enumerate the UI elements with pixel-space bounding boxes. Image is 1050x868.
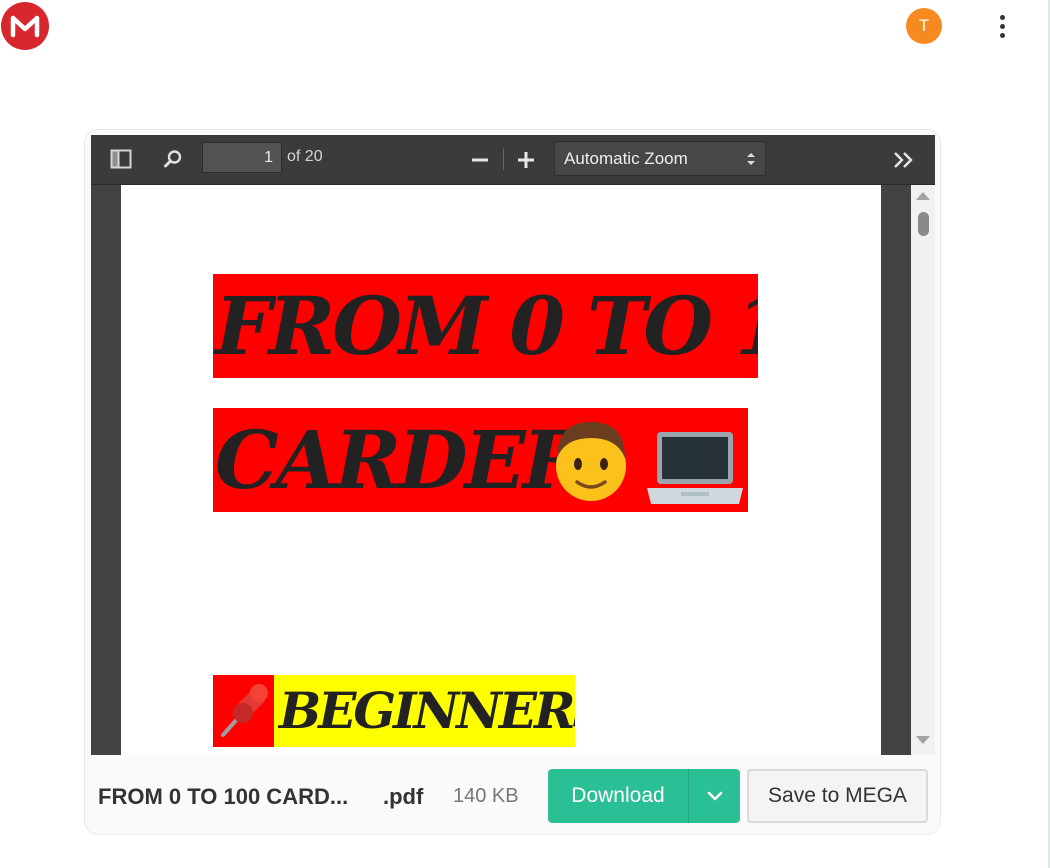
file-name: FROM 0 TO 100 CARD...: [98, 784, 349, 809]
page-number-input[interactable]: 1: [202, 142, 282, 173]
pushpin-emoji-icon: [221, 684, 268, 737]
beginners-text: BEGINNERS: [279, 681, 575, 740]
scroll-down-arrow-icon[interactable]: [916, 736, 930, 744]
pdf-viewer: 1 of 20 Automatic Zoom FROM 0 TO CARDER …: [91, 135, 935, 755]
title-line1: FROM 0 TO 100: [215, 279, 758, 373]
minus-icon[interactable]: [467, 147, 493, 173]
title-banner-line1: FROM 0 TO 100: [213, 274, 758, 378]
pdf-page-area[interactable]: FROM 0 TO 100 CARDER: [91, 185, 911, 755]
toolbar-separator: [503, 148, 504, 170]
vertical-scrollbar[interactable]: [911, 185, 935, 755]
file-extension: .pdf: [383, 784, 424, 809]
chevron-down-icon: [707, 791, 722, 801]
scrollbar-thumb[interactable]: [918, 212, 929, 236]
save-to-mega-button[interactable]: Save to MEGA: [747, 769, 928, 823]
mega-logo[interactable]: [1, 2, 49, 50]
zoom-select[interactable]: Automatic Zoom: [554, 141, 766, 176]
file-size: 140 KB: [453, 785, 519, 807]
title-line2: CARDER: [215, 413, 589, 507]
file-preview-card: 1 of 20 Automatic Zoom FROM 0 TO CARDER …: [84, 129, 941, 835]
sidebar-toggle-icon[interactable]: [106, 145, 136, 173]
pdf-page: FROM 0 TO 100 CARDER: [121, 185, 881, 755]
download-label[interactable]: Download: [548, 769, 688, 823]
double-chevron-right-icon[interactable]: [889, 147, 919, 173]
laptop-emoji-icon: [647, 432, 743, 504]
man-emoji-icon: [556, 422, 626, 501]
kebab-menu-icon[interactable]: [990, 10, 1014, 42]
title-banner-line2: CARDER: [213, 408, 748, 512]
select-arrows-icon: [747, 153, 755, 165]
download-button[interactable]: Download: [548, 769, 740, 823]
download-options-toggle[interactable]: [688, 769, 740, 823]
search-icon[interactable]: [159, 145, 187, 173]
pushpin-badge: [213, 675, 275, 747]
menu-dot: [999, 23, 1005, 29]
pdf-toolbar: 1 of 20 Automatic Zoom: [91, 135, 935, 185]
user-avatar[interactable]: T: [906, 8, 942, 44]
plus-icon[interactable]: [513, 147, 539, 173]
zoom-value: Automatic Zoom: [564, 149, 688, 168]
page-count-label: of 20: [287, 148, 323, 165]
scroll-up-arrow-icon[interactable]: [916, 192, 930, 200]
menu-dot: [999, 14, 1005, 20]
mega-m-icon: [10, 15, 40, 38]
menu-dot: [999, 32, 1005, 38]
beginners-banner: BEGINNERS: [274, 675, 575, 747]
